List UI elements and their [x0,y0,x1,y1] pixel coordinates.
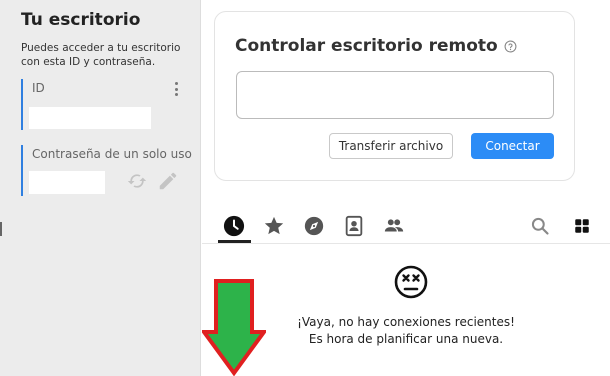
search-icon[interactable] [527,213,553,239]
id-value[interactable] [29,107,151,129]
remote-id-input[interactable] [236,71,554,119]
refresh-icon[interactable] [127,171,147,191]
password-label: Contraseña de un solo uso [32,147,192,161]
help-icon[interactable] [504,40,517,53]
id-field: ID [21,79,193,130]
sidebar-description: Puedes acceder a tu escritorio con esta … [21,42,181,68]
remote-control-card: Controlar escritorio remoto Transferir a… [214,11,575,181]
more-vertical-icon[interactable] [169,81,183,97]
star-icon[interactable] [261,213,287,239]
pencil-icon[interactable] [157,170,179,192]
connect-button[interactable]: Conectar [471,133,554,159]
down-arrow-icon [202,279,266,376]
sidebar-title: Tu escritorio [21,10,141,30]
id-label: ID [32,81,45,95]
password-field: Contraseña de un solo uso [21,145,193,196]
remote-control-title-text: Controlar escritorio remoto [235,36,498,56]
compass-icon[interactable] [301,213,327,239]
tab-divider [202,243,610,244]
transfer-file-button[interactable]: Transferir archivo [329,133,453,159]
sidebar: Tu escritorio Puedes acceder a tu escrit… [0,0,201,376]
window-edge-marker [0,222,2,236]
group-icon[interactable] [381,213,407,239]
address-book-icon[interactable] [341,213,367,239]
dizzy-face-icon [394,265,428,299]
remote-control-title: Controlar escritorio remoto [235,36,517,56]
password-value[interactable] [29,171,105,194]
recent-icon[interactable] [221,213,247,239]
peer-tab-bar [202,205,610,245]
grid-icon[interactable] [569,213,595,239]
